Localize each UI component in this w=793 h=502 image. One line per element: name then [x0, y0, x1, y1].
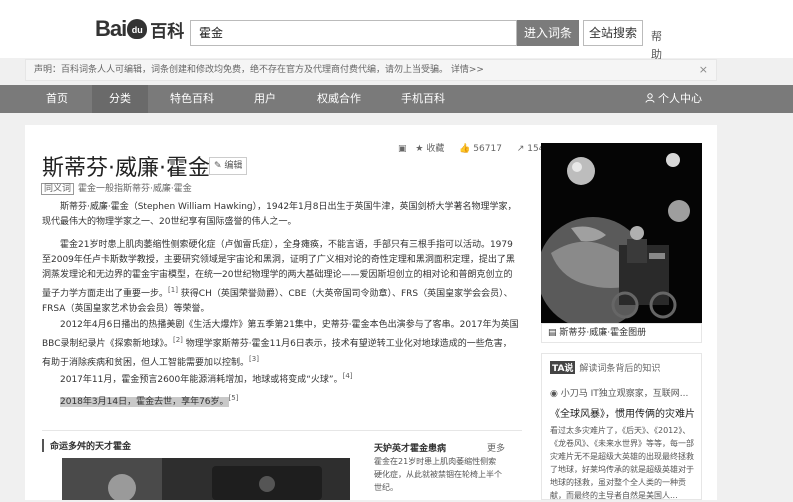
close-icon[interactable]: ×: [699, 60, 708, 80]
avatar: ◉: [550, 389, 558, 399]
nav-item-partners[interactable]: 权威合作: [310, 85, 368, 113]
nav-item-category[interactable]: 分类: [92, 85, 148, 113]
pencil-icon: ✎: [214, 161, 222, 171]
gallery-icon: ▤: [548, 328, 557, 338]
hawking-photo[interactable]: [541, 143, 702, 323]
card-image[interactable]: [62, 458, 350, 500]
share-icon[interactable]: ▣: [398, 144, 407, 154]
card2-excerpt: 霍金在21岁时患上肌肉萎缩性侧索硬化症，从此就被禁锢在轮椅上半个世纪。: [374, 457, 502, 492]
reference-link[interactable]: [1]: [168, 286, 178, 294]
card2-title[interactable]: 天妒英才霍金患病: [374, 441, 446, 454]
ta-article-excerpt: 看过太多灾难片了，《后天》、《2012》、《龙卷风》、《未来水世界》等等，每一部…: [550, 426, 694, 500]
page-title: 斯蒂芬·威廉·霍金: [42, 156, 210, 181]
gallery-caption: 斯蒂芬·威廉·霍金图册: [559, 328, 647, 338]
nav-item-users[interactable]: 用户: [245, 85, 285, 113]
site-search-button[interactable]: 全站搜索: [583, 20, 643, 46]
personal-center-label: 个人中心: [658, 92, 702, 105]
ta-logo: TA说: [550, 361, 576, 374]
baidu-baike-logo[interactable]: Bai du 百科: [95, 15, 184, 43]
paragraph-media: 2012年4月6日播出的热播美剧《生活大爆炸》第五季第21集中，史蒂芬·霍金本色…: [42, 318, 520, 371]
nav-item-mobile[interactable]: 手机百科: [394, 85, 452, 113]
like-count: 56717: [473, 144, 502, 154]
photo-illustration: [541, 143, 702, 323]
ta-shuo-panel: TA说 解读词条背后的知识 ◉ 小刀马 IT独立观察家，互联网... 《全球风暴》…: [541, 353, 702, 500]
search-input[interactable]: 霍金: [190, 20, 517, 46]
synonym-tag: 同义词: [41, 183, 75, 195]
reference-link[interactable]: [4]: [343, 372, 353, 380]
paw-icon: du: [127, 19, 148, 39]
user-icon: [645, 93, 655, 103]
card-photo: [62, 458, 350, 500]
article-stats: ▣ ★ 收藏 👍 56717 ↗ 1545: [398, 141, 562, 154]
personal-center-link[interactable]: 个人中心: [645, 85, 702, 113]
paragraph-intro: 斯蒂芬·威廉·霍金（Stephen William Hawking），1942年…: [42, 200, 520, 230]
top-bar: Bai du 百科 霍金 进入词条 全站搜索 帮助: [0, 0, 793, 61]
collect-label: 收藏: [426, 144, 445, 154]
synonym-text[interactable]: 霍金一般指斯蒂芬·威廉·霍金: [78, 184, 192, 194]
like-button[interactable]: 👍 56717: [459, 144, 508, 154]
highlighted-text: 2018年3月14日，霍金去世，享年76岁。: [60, 397, 229, 407]
reference-link[interactable]: [5]: [229, 394, 239, 402]
nav-item-home[interactable]: 首页: [34, 85, 80, 113]
main-nav: 首页 分类 特色百科 用户 权威合作 手机百科 个人中心: [0, 85, 793, 113]
article-container: 斯蒂芬·威廉·霍金 ✎ 编辑 同义词 霍金一般指斯蒂芬·威廉·霍金 ▣ ★ 收藏 …: [25, 125, 717, 500]
card-title: 命运多舛的天才霍金: [42, 439, 131, 452]
reference-link[interactable]: [3]: [249, 355, 259, 363]
paragraph-death: 2018年3月14日，霍金去世，享年76岁。[5]: [42, 391, 520, 410]
image-gallery-link[interactable]: ▤ 斯蒂芬·威廉·霍金图册: [541, 323, 702, 343]
notice-text: 声明：百科词条人人可编辑，词条创建和修改均免费，绝不存在官方及代理商付费代编，请…: [34, 65, 484, 75]
edit-button[interactable]: ✎ 编辑: [209, 157, 248, 175]
paragraph-intro-text: 斯蒂芬·威廉·霍金（Stephen William Hawking），1942年…: [42, 202, 517, 227]
collect-button[interactable]: ★ 收藏: [415, 144, 450, 154]
paragraph-prediction: 2017年11月，霍金预言2600年能源消耗增加，地球或将变成“火球”。[4]: [42, 369, 520, 388]
ta-article-title[interactable]: 《全球风暴》，惯用传俩的灾难片: [550, 405, 695, 420]
ta-header: TA说 解读词条背后的知识: [550, 361, 660, 374]
ta-author[interactable]: ◉ 小刀马 IT独立观察家，互联网...: [550, 386, 688, 399]
edit-label: 编辑: [224, 161, 243, 171]
notice-banner: 声明：百科词条人人可编辑，词条创建和修改均免费，绝不存在官方及代理商付费代编，请…: [25, 59, 717, 81]
paragraph-prediction-text: 2017年11月，霍金预言2600年能源消耗增加，地球或将变成“火球”。: [60, 375, 343, 385]
more-link[interactable]: 更多: [487, 441, 505, 454]
synonym-line: 同义词 霍金一般指斯蒂芬·威廉·霍金: [41, 181, 192, 195]
enter-entry-button[interactable]: 进入词条: [517, 20, 579, 46]
ta-subtitle: 解读词条背后的知识: [579, 364, 661, 374]
logo-text: Bai: [95, 16, 127, 41]
paragraph-career: 霍金21岁时患上肌肉萎缩性侧索硬化症（卢伽雷氏症），全身瘫痪，不能言语，手部只有…: [42, 238, 520, 317]
nav-item-featured[interactable]: 特色百科: [163, 85, 221, 113]
divider: [42, 430, 522, 431]
ta-author-name: 小刀马 IT独立观察家，互联网...: [560, 389, 689, 399]
reference-link[interactable]: [2]: [173, 336, 183, 344]
logo-baike-text: 百科: [150, 21, 185, 42]
